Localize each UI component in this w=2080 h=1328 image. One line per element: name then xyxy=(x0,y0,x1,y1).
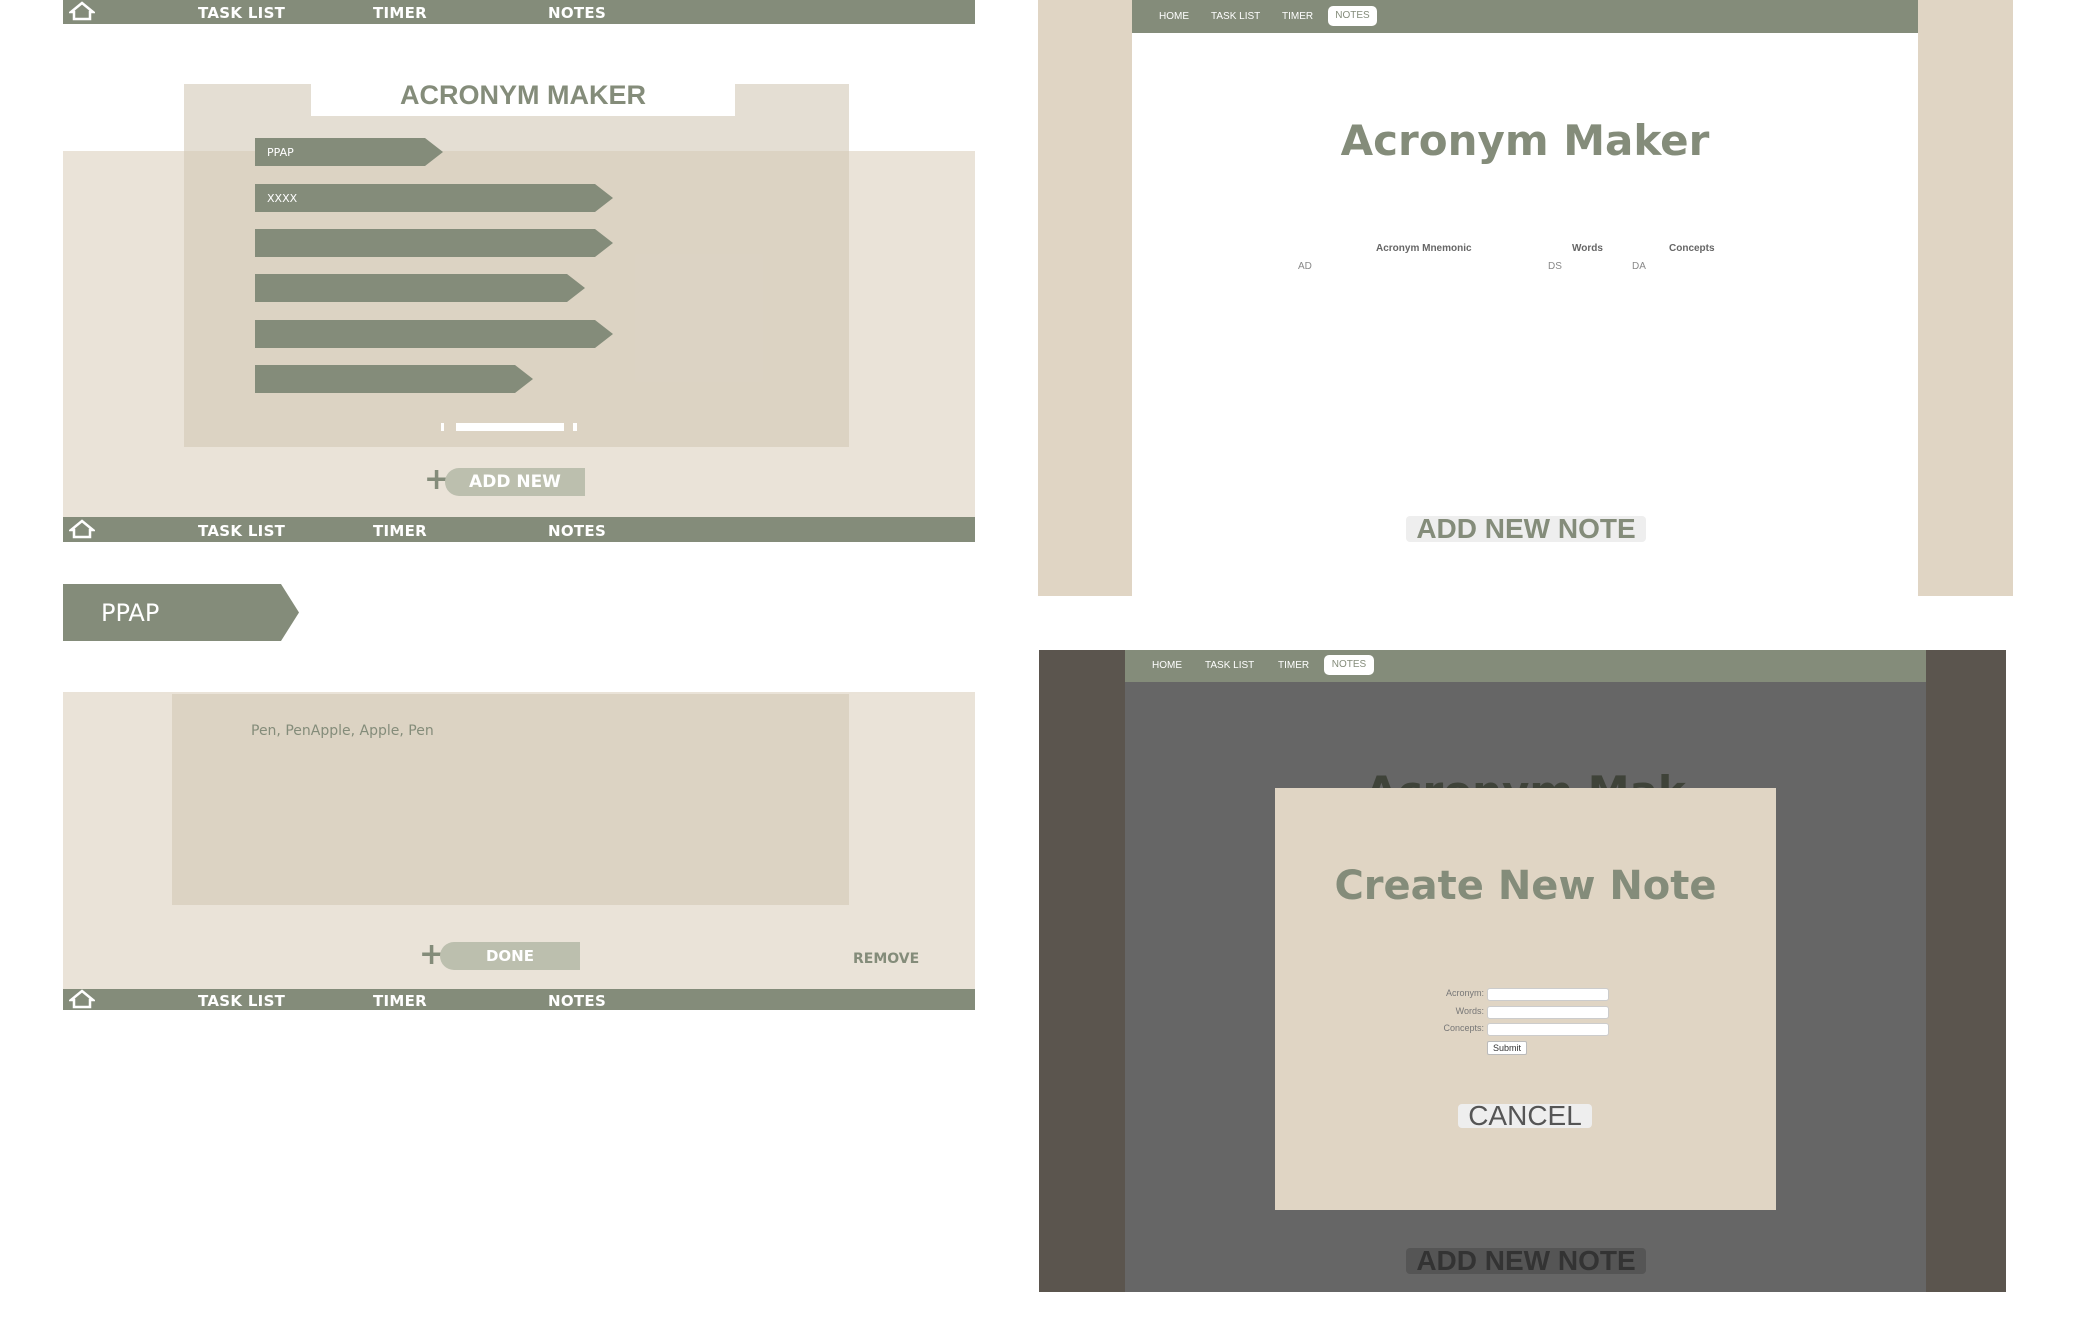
web-page-title: Acronym Maker xyxy=(1340,116,1710,165)
table-cell: DS xyxy=(1548,261,1562,272)
web-nav-notes[interactable]: NOTES xyxy=(1328,6,1377,26)
overlay-side-right xyxy=(1926,650,2006,1292)
submit-button[interactable]: Submit xyxy=(1487,1041,1527,1055)
words-input[interactable] xyxy=(1487,1006,1609,1019)
web-nav-notes[interactable]: NOTES xyxy=(1324,655,1374,675)
web-nav-bar: HOME TASK LIST TIMER NOTES xyxy=(1125,650,1926,682)
page-title: ACRONYM MAKER xyxy=(400,80,646,110)
nav-task-list[interactable]: TASK LIST xyxy=(198,522,285,540)
nav-notes[interactable]: NOTES xyxy=(548,4,606,22)
overlay-side-left xyxy=(1039,650,1125,1292)
nav-notes[interactable]: NOTES xyxy=(548,522,606,540)
scroll-tick-right xyxy=(573,423,577,431)
bottom-nav-bar: TASK LIST TIMER NOTES xyxy=(63,517,975,542)
acronym-label: Acronym: xyxy=(1445,988,1484,998)
table-header-concepts: Concepts xyxy=(1669,243,1715,254)
nav-timer[interactable]: TIMER xyxy=(373,992,427,1010)
bottom-nav-bar: TASK LIST TIMER NOTES xyxy=(63,989,975,1010)
side-panel-right xyxy=(1918,0,2013,596)
modal-title: Create New Note xyxy=(1334,863,1717,909)
side-panel-left xyxy=(1038,0,1132,596)
nav-notes[interactable]: NOTES xyxy=(548,992,606,1010)
acronym-item[interactable]: XXXX xyxy=(255,184,613,212)
nav-task-list[interactable]: TASK LIST xyxy=(198,992,285,1010)
note-tag: PPAP xyxy=(63,584,299,641)
web-nav-bar: HOME TASK LIST TIMER NOTES xyxy=(1132,0,1918,33)
acronym-input[interactable] xyxy=(1487,988,1609,1001)
add-new-button[interactable]: ADD NEW xyxy=(445,468,585,496)
table-header-words: Words xyxy=(1572,243,1603,254)
acronym-item[interactable] xyxy=(255,229,613,257)
top-nav-bar: TASK LIST TIMER NOTES xyxy=(63,0,975,24)
scroll-tick-left xyxy=(441,423,444,431)
web-nav-timer[interactable]: TIMER xyxy=(1278,660,1309,671)
remove-button[interactable]: REMOVE xyxy=(853,951,919,967)
cancel-button[interactable]: CANCEL xyxy=(1458,1102,1592,1130)
acronym-item[interactable] xyxy=(255,320,613,348)
add-new-note-button[interactable]: ADD NEW NOTE xyxy=(1406,1247,1646,1275)
acronym-item[interactable] xyxy=(255,274,585,302)
web-nav-timer[interactable]: TIMER xyxy=(1282,11,1313,22)
words-label: Words: xyxy=(1455,1006,1484,1016)
note-text: Pen, PenApple, Apple, Pen xyxy=(251,723,434,739)
home-icon[interactable] xyxy=(69,1,95,21)
web-nav-home[interactable]: HOME xyxy=(1159,11,1189,22)
web-nav-task-list[interactable]: TASK LIST xyxy=(1211,11,1260,22)
add-new-note-button[interactable]: ADD NEW NOTE xyxy=(1406,515,1646,543)
home-icon[interactable] xyxy=(69,519,95,539)
table-cell: AD xyxy=(1298,261,1312,272)
concepts-input[interactable] xyxy=(1487,1023,1609,1036)
acronym-item[interactable]: PPAP xyxy=(255,138,443,166)
done-button[interactable]: DONE xyxy=(440,942,580,970)
web-nav-task-list[interactable]: TASK LIST xyxy=(1205,660,1254,671)
scroll-bar[interactable] xyxy=(456,423,564,431)
acronym-item[interactable] xyxy=(255,365,533,393)
web-nav-home[interactable]: HOME xyxy=(1152,660,1182,671)
nav-timer[interactable]: TIMER xyxy=(373,4,427,22)
table-cell: DA xyxy=(1632,261,1646,272)
concepts-label: Concepts: xyxy=(1443,1023,1484,1033)
table-header-acronym: Acronym Mnemonic xyxy=(1376,243,1472,254)
nav-task-list[interactable]: TASK LIST xyxy=(198,4,285,22)
background-title-partial: Acronym Mak xyxy=(1125,767,1926,789)
nav-timer[interactable]: TIMER xyxy=(373,522,427,540)
home-icon[interactable] xyxy=(69,989,95,1009)
